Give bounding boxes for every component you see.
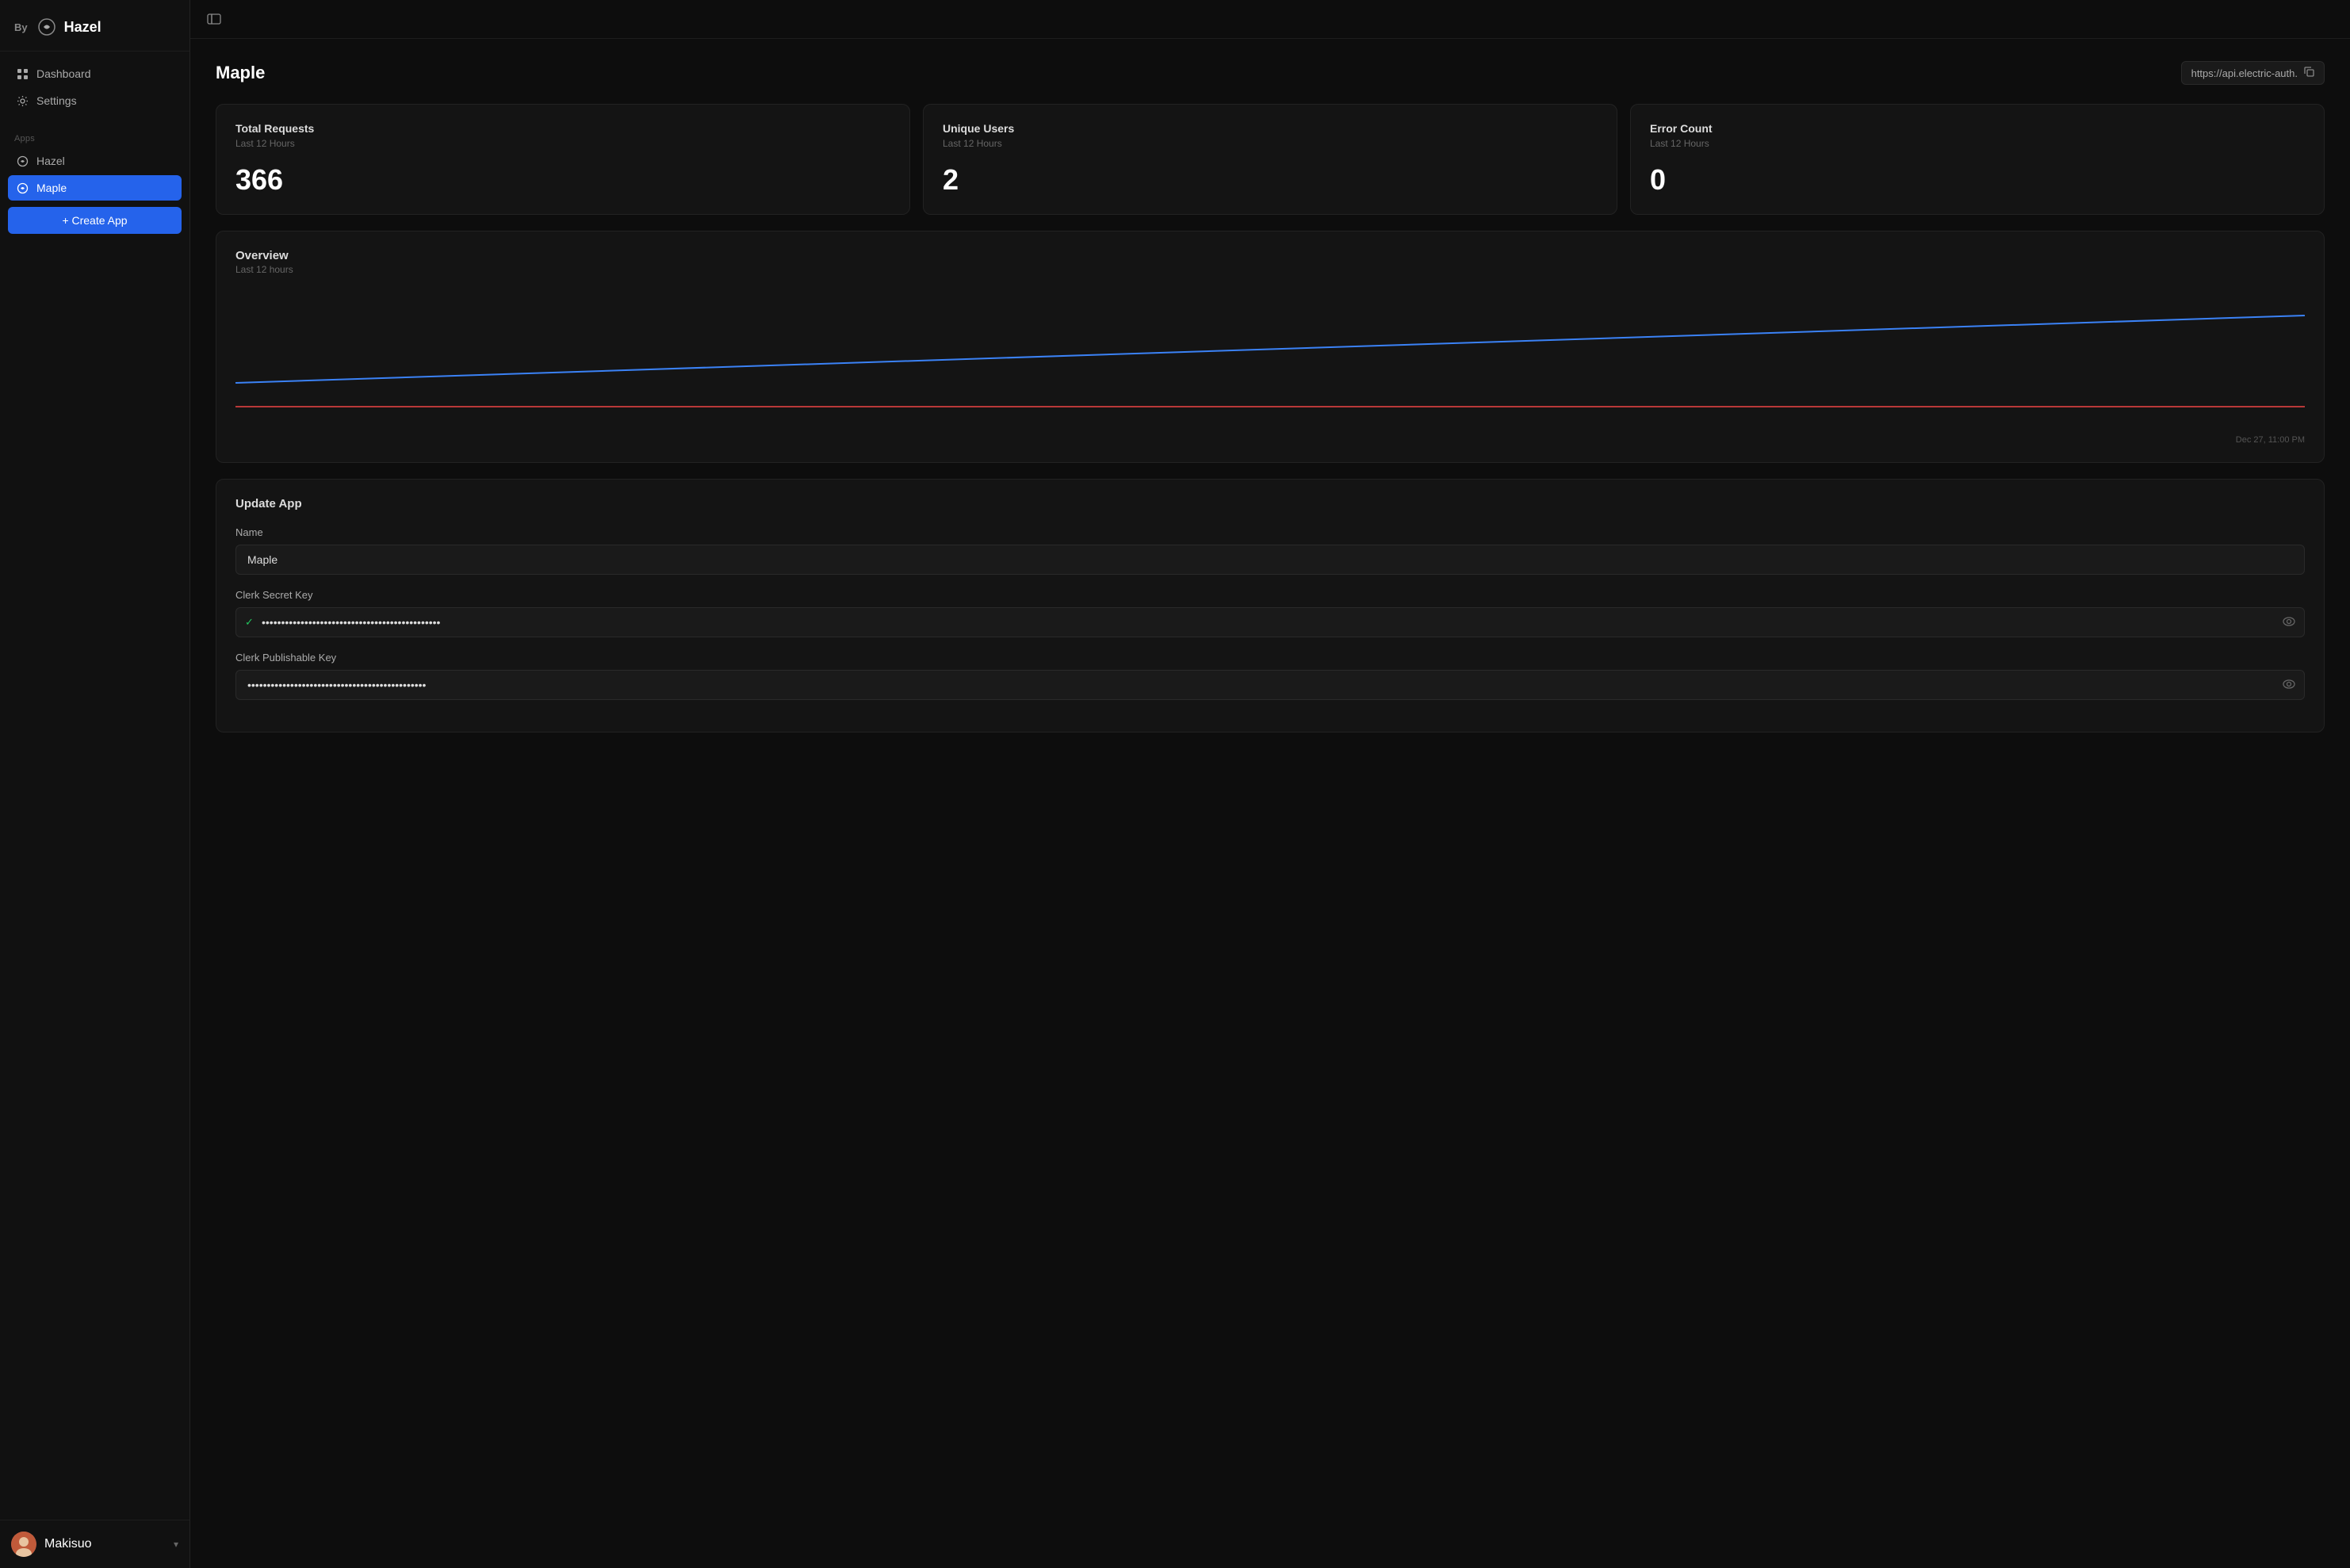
stat-value: 366	[235, 163, 890, 197]
topbar	[190, 0, 2350, 39]
sidebar-app-maple-label: Maple	[36, 182, 67, 194]
clerk-secret-field-group: Clerk Secret Key ✓	[235, 589, 2305, 637]
sidebar-item-label: Dashboard	[36, 67, 91, 80]
api-url-badge[interactable]: https://api.electric-auth.	[2181, 61, 2325, 85]
apps-section-label: Apps	[0, 123, 189, 148]
settings-icon	[16, 94, 29, 107]
by-label: By	[14, 21, 28, 33]
user-info: Makisuo	[11, 1532, 92, 1557]
nav-section: Dashboard Settings	[0, 52, 189, 123]
clerk-publishable-input[interactable]	[235, 670, 2305, 700]
chart-svg	[235, 288, 2305, 430]
stat-sublabel: Last 12 Hours	[943, 138, 1598, 149]
name-input[interactable]	[235, 545, 2305, 575]
sidebar-toggle-button[interactable]	[203, 8, 225, 30]
stat-card-total-requests: Total Requests Last 12 Hours 366	[216, 104, 910, 215]
clerk-secret-input[interactable]	[235, 607, 2305, 637]
stat-label: Error Count	[1650, 122, 2305, 135]
sidebar-app-hazel-label: Hazel	[36, 155, 65, 167]
sidebar-item-settings[interactable]: Settings	[8, 88, 182, 113]
overview-card: Overview Last 12 hours Dec 27, 11:00 PM	[216, 231, 2325, 463]
overview-chart	[235, 288, 2305, 430]
stats-grid: Total Requests Last 12 Hours 366 Unique …	[216, 104, 2325, 215]
dashboard-icon	[16, 67, 29, 80]
sidebar-footer: Makisuo ▾	[0, 1520, 189, 1568]
maple-app-icon	[16, 182, 29, 194]
eye-icon-secret[interactable]	[2283, 616, 2295, 629]
name-label: Name	[235, 526, 2305, 538]
brand-logo: By Hazel	[0, 0, 189, 52]
hazel-logo-icon	[36, 16, 58, 38]
overview-sublabel: Last 12 hours	[235, 264, 2305, 275]
sidebar-item-maple[interactable]: Maple	[8, 175, 182, 201]
user-name: Makisuo	[44, 1537, 92, 1551]
stat-card-unique-users: Unique Users Last 12 Hours 2	[923, 104, 1617, 215]
eye-icon-publishable[interactable]	[2283, 679, 2295, 691]
api-url-text: https://api.electric-auth.	[2191, 67, 2298, 79]
stat-value: 0	[1650, 163, 2305, 197]
sidebar-item-dashboard[interactable]: Dashboard	[8, 61, 182, 86]
stat-card-error-count: Error Count Last 12 Hours 0	[1630, 104, 2325, 215]
name-field-group: Name	[235, 526, 2305, 575]
clerk-publishable-input-wrapper	[235, 670, 2305, 700]
avatar	[11, 1532, 36, 1557]
page-header: Maple https://api.electric-auth.	[216, 61, 2325, 85]
stat-label: Total Requests	[235, 122, 890, 135]
overview-title: Overview	[235, 249, 2305, 262]
create-app-button[interactable]: + Create App	[8, 207, 182, 234]
clerk-secret-label: Clerk Secret Key	[235, 589, 2305, 601]
hazel-app-icon	[16, 155, 29, 167]
stat-sublabel: Last 12 Hours	[1650, 138, 2305, 149]
clerk-secret-input-wrapper: ✓	[235, 607, 2305, 637]
clerk-publishable-label: Clerk Publishable Key	[235, 652, 2305, 664]
update-app-title: Update App	[235, 497, 2305, 511]
brand-name: Hazel	[64, 19, 101, 36]
chart-timestamp: Dec 27, 11:00 PM	[235, 435, 2305, 445]
copy-icon[interactable]	[2304, 67, 2314, 79]
stat-value: 2	[943, 163, 1598, 197]
stat-sublabel: Last 12 Hours	[235, 138, 890, 149]
chevron-down-icon[interactable]: ▾	[174, 1539, 178, 1550]
chart-blue-line	[235, 316, 2305, 383]
check-icon: ✓	[245, 616, 254, 629]
sidebar: By Hazel Dashboard	[0, 0, 190, 1568]
content-area: Maple https://api.electric-auth. Total R…	[190, 39, 2350, 755]
page-title: Maple	[216, 63, 265, 83]
sidebar-item-label: Settings	[36, 94, 77, 107]
main-content: Maple https://api.electric-auth. Total R…	[190, 0, 2350, 1568]
sidebar-item-hazel[interactable]: Hazel	[8, 148, 182, 174]
stat-label: Unique Users	[943, 122, 1598, 135]
clerk-publishable-field-group: Clerk Publishable Key	[235, 652, 2305, 700]
update-app-card: Update App Name Clerk Secret Key ✓	[216, 479, 2325, 732]
